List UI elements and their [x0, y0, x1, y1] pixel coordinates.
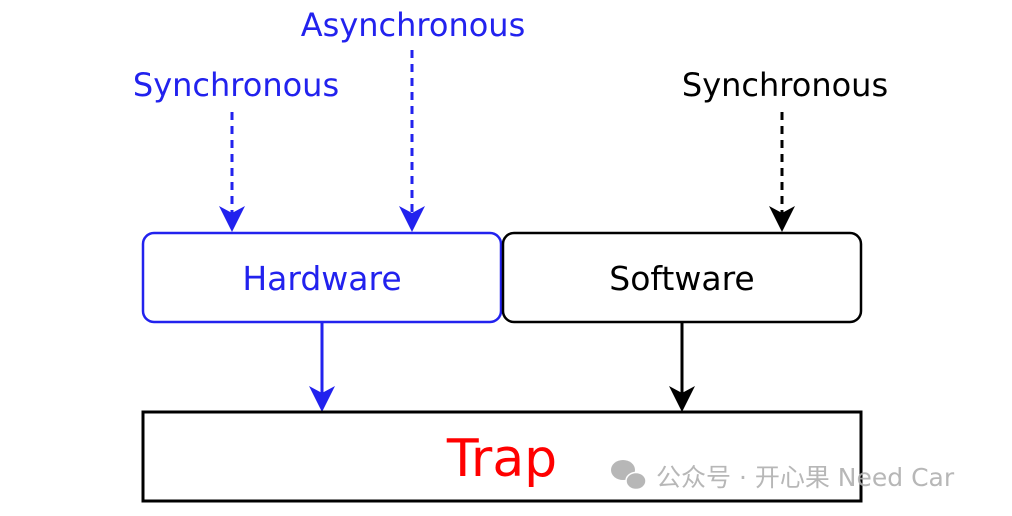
software-label: Software	[609, 259, 754, 298]
asynchronous-label: Asynchronous	[301, 6, 526, 44]
trap-label: Trap	[446, 429, 557, 489]
trap-diagram: Asynchronous Synchronous Synchronous Har…	[133, 6, 955, 503]
sync-software-arrow	[769, 112, 795, 232]
software-to-trap-arrow	[669, 322, 695, 412]
watermark-text: 公众号 · 开心果 Need Car	[656, 463, 955, 492]
watermark: 公众号 · 开心果 Need Car	[611, 460, 955, 492]
hardware-to-trap-arrow	[309, 322, 335, 412]
sync-hardware-arrow	[219, 112, 245, 232]
hardware-label: Hardware	[242, 259, 401, 298]
hardware-box: Hardware	[141, 231, 503, 324]
hardware-synchronous-label: Synchronous	[133, 66, 339, 104]
async-hardware-arrow	[399, 50, 425, 232]
software-box: Software	[501, 231, 863, 324]
software-synchronous-label: Synchronous	[682, 66, 888, 104]
